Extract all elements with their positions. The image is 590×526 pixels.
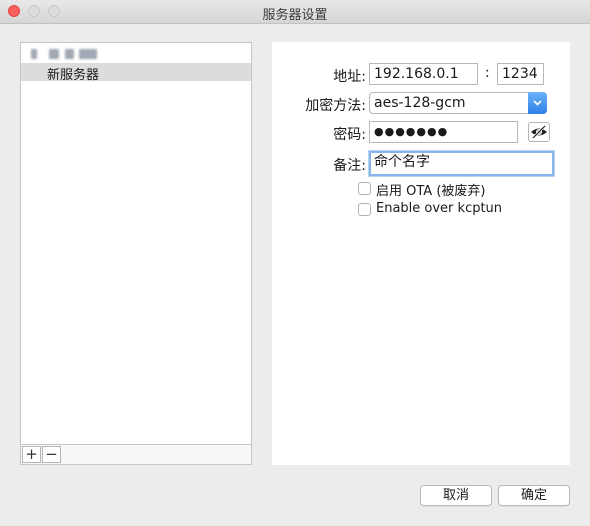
server-list-item[interactable] (21, 45, 251, 63)
kcptun-checkbox[interactable] (358, 203, 371, 216)
remark-label: 备注: (333, 158, 366, 174)
title-bar: 服务器设置 (0, 0, 590, 24)
port-input[interactable]: 1234 (497, 63, 544, 85)
chevron-down-icon (528, 92, 547, 114)
list-button-bar: + − (20, 445, 252, 465)
server-settings-window: 服务器设置 新服务器 + − 地址: 192.168.0.1 : 1234 加密… (0, 0, 590, 526)
server-form-panel: 地址: 192.168.0.1 : 1234 加密方法: aes-128-gcm… (272, 42, 570, 465)
remove-server-button[interactable]: − (42, 446, 61, 463)
ota-checkbox[interactable] (358, 182, 371, 195)
encryption-label: 加密方法: (305, 98, 366, 114)
password-input[interactable]: ●●●●●●● (369, 121, 518, 143)
encryption-value: aes-128-gcm (374, 95, 466, 111)
redacted-server-name (27, 49, 119, 59)
password-label: 密码: (333, 127, 366, 143)
ota-checkbox-label: 启用 OTA (被废弃) (376, 184, 486, 199)
eye-slash-icon[interactable] (528, 122, 550, 142)
server-list-item-selected[interactable]: 新服务器 (21, 63, 251, 83)
kcptun-checkbox-label: Enable over kcptun (376, 201, 503, 216)
cancel-button[interactable]: 取消 (420, 485, 492, 506)
ok-button[interactable]: 确定 (498, 485, 570, 506)
port-separator: : (485, 65, 490, 81)
server-list[interactable]: 新服务器 (20, 42, 252, 445)
server-list-item-label: 新服务器 (47, 68, 100, 83)
address-label: 地址: (333, 69, 366, 85)
add-server-button[interactable]: + (22, 446, 41, 463)
encryption-select[interactable]: aes-128-gcm (369, 92, 547, 114)
remark-input[interactable]: 命个名字 (369, 151, 554, 176)
window-title: 服务器设置 (262, 8, 328, 23)
address-input[interactable]: 192.168.0.1 (369, 63, 478, 85)
